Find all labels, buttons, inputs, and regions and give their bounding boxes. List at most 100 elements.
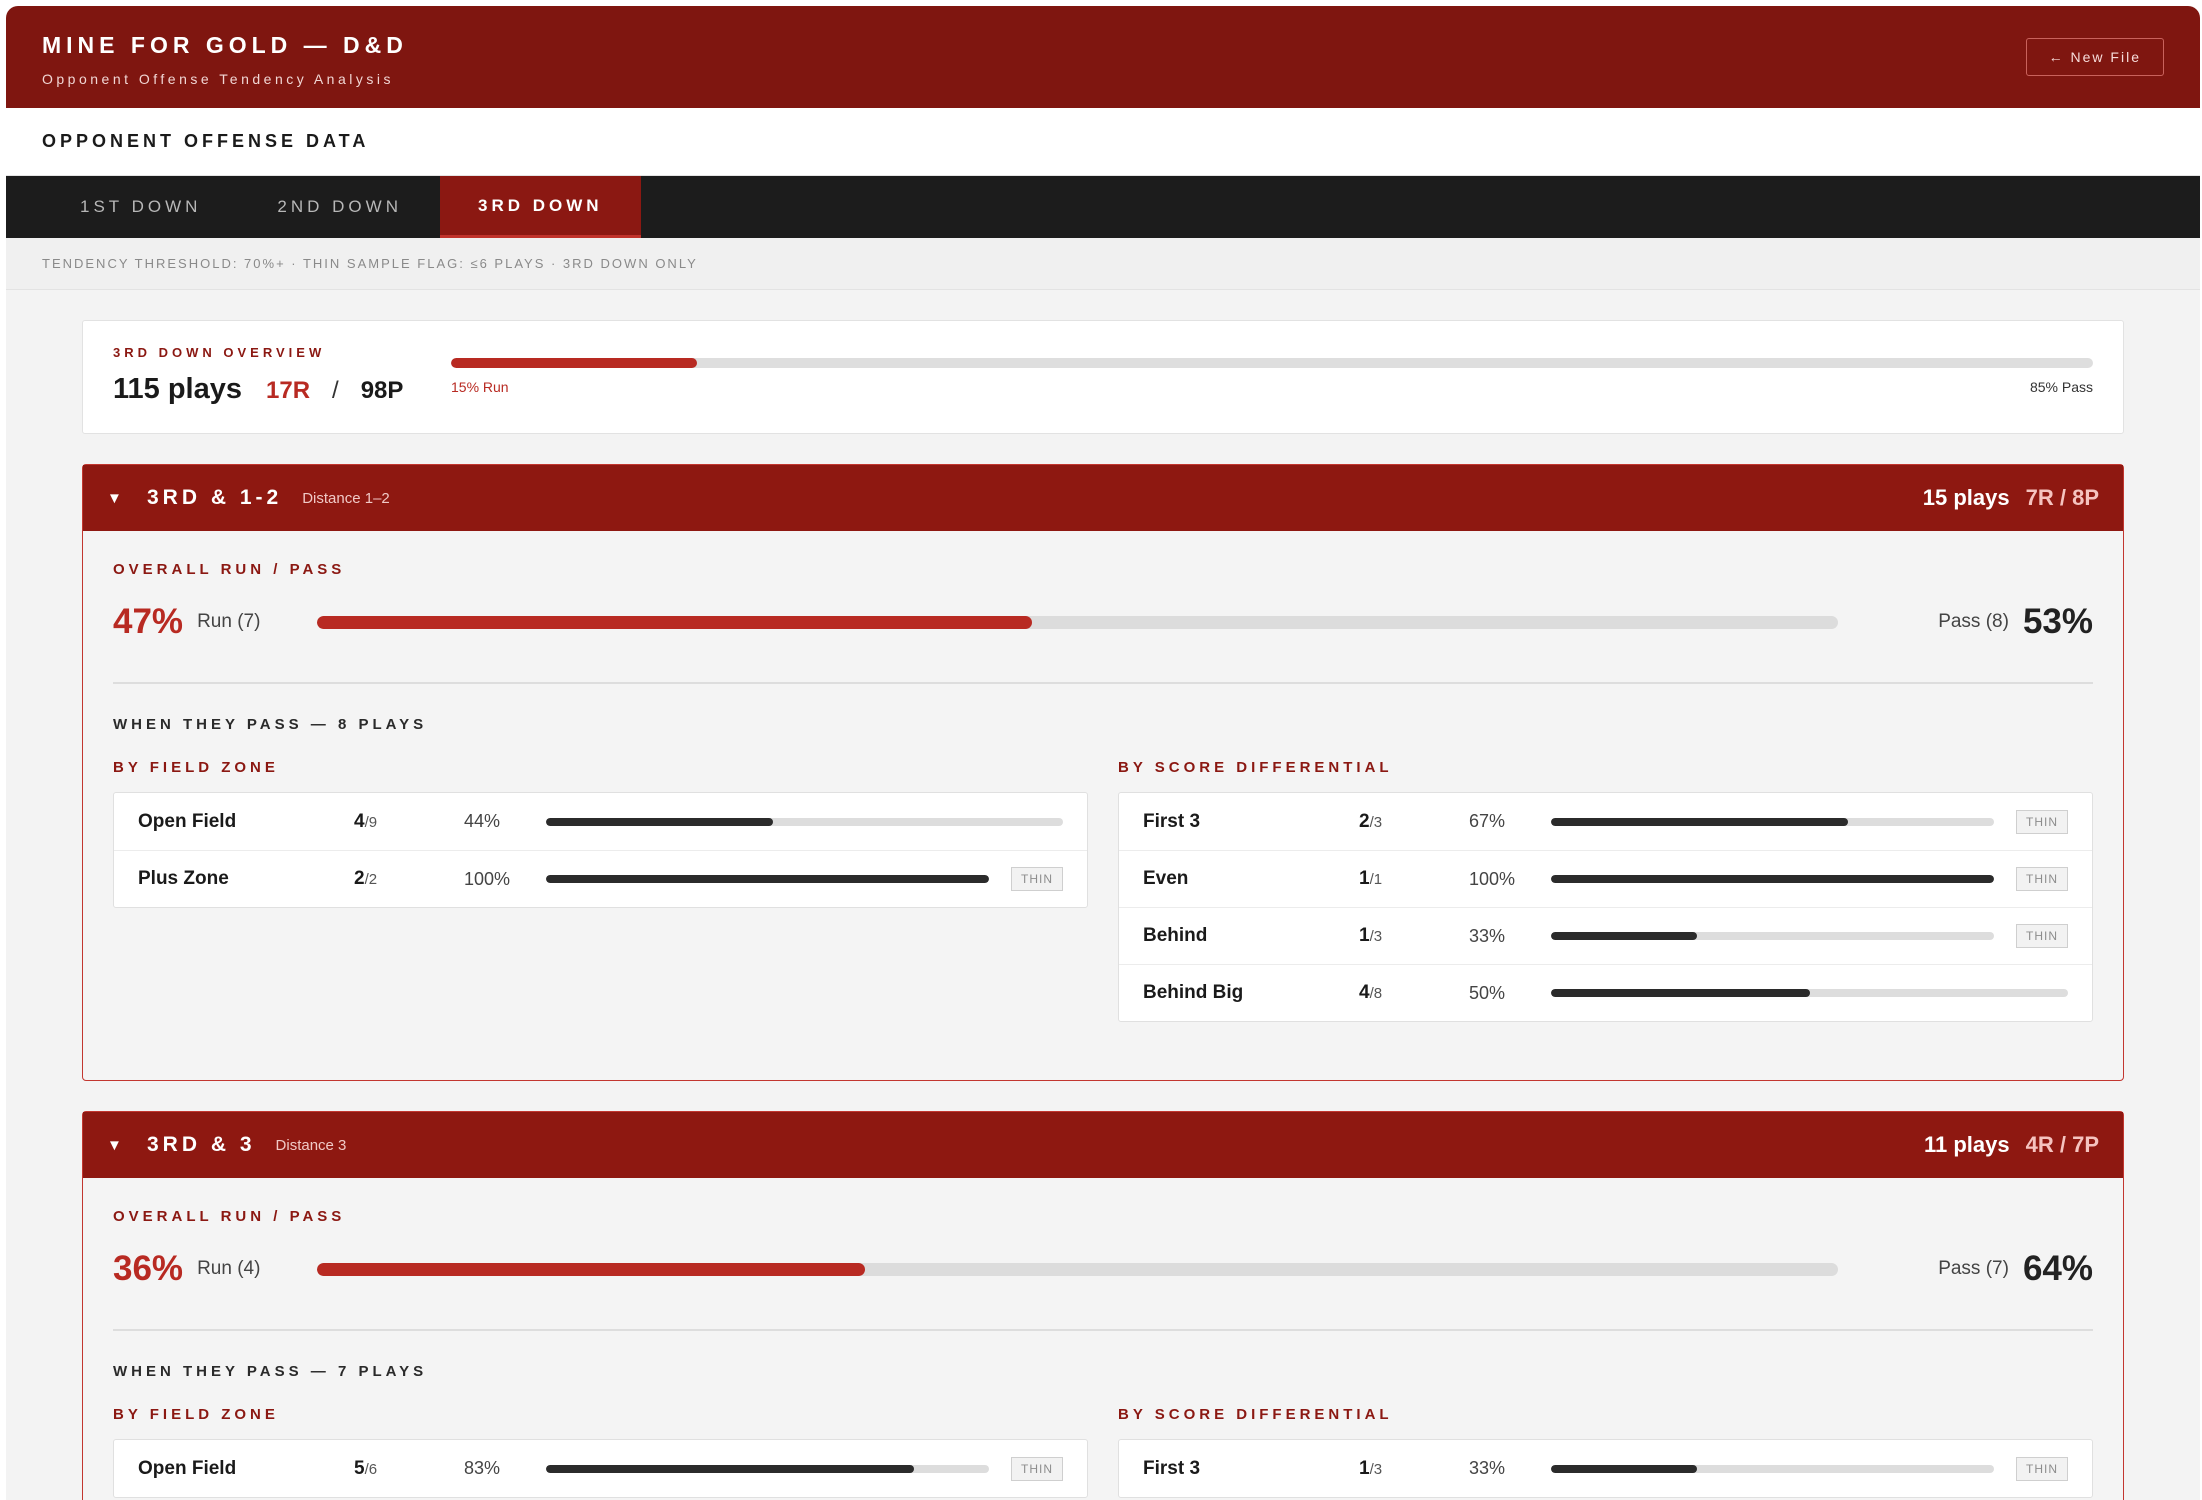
situation-body: OVERALL RUN / PASS 36% Run (4) Pass (7) 64% W… [83,1178,2123,1500]
row-label: Behind Big [1143,982,1244,1003]
row-numerator: 2 [1359,810,1370,832]
row-bar-fill [1551,989,1810,997]
score-diff-table: First 3 1/3 33% THIN [1118,1439,2093,1498]
row-bar [546,1464,989,1473]
row-percent: 33% [1469,925,1506,946]
overall-heading: OVERALL RUN / PASS [113,1208,346,1225]
overview-label: 3RD DOWN OVERVIEW [113,345,326,360]
situation-body: OVERALL RUN / PASS 47% Run (7) Pass (8) 53% W… [83,531,2123,1080]
row-bar-fill [1551,1464,1698,1473]
row-denominator: /3 [1369,928,1383,945]
situation-plays: 11 plays [1923,1132,2010,1157]
score-diff-split: BY SCORE DIFFERENTIAL First 3 2/3 67% THIN Ev… [1118,759,2093,1022]
row-denominator: /8 [1369,985,1383,1002]
table-row[interactable]: Open Field 5/6 83% THIN [114,1440,1087,1497]
pass-splits: BY FIELD ZONE Open Field 4/9 44% Plus Zone 2/… [113,759,2093,1022]
thin-sample-badge: THIN [1011,867,1063,891]
app-header: MINE FOR GOLD — D&D Opponent Offense Ten… [6,6,2200,108]
row-denominator: /2 [364,871,378,888]
row-numerator: 4 [354,810,365,832]
overview-run-bar-fill [451,358,698,368]
situation-header[interactable]: ▼ 3RD & 3 Distance 3 11 plays 4R / 7P [83,1112,2123,1178]
thin-sample-badge: THIN [2016,867,2068,891]
row-label: Open Field [138,1457,237,1479]
pass-percent: 53% [2022,602,2093,641]
field-zone-heading: BY FIELD ZONE [113,1406,279,1423]
row-percent: 100% [464,868,511,889]
overview-run-count: 17R [266,377,311,404]
row-percent: 83% [464,1458,501,1478]
situation-plays: 15 plays [1922,485,2010,510]
row-label: First 3 [1143,810,1201,832]
run-count: Run (4) [197,1258,261,1279]
score-diff-table: First 3 2/3 67% THIN Even 1/1 100% THIN Behind 1/… [1118,792,2093,1022]
row-bar-fill [546,817,774,826]
row-percent: 67% [1469,811,1506,831]
pass-count: Pass (8) [1938,611,2009,632]
overview-pass-count: 98P [360,377,404,404]
row-fraction: 1/3 [1359,1458,1469,1480]
collapse-caret-icon[interactable]: ▼ [107,490,147,507]
overview-slash: / [332,377,339,404]
row-fraction: 1/1 [1359,868,1469,890]
table-row[interactable]: Open Field 4/9 44% [114,793,1087,850]
overall-run-pass-row: 36% Run (4) Pass (7) 64% [113,1245,2093,1293]
field-zone-table: Open Field 4/9 44% Plus Zone 2/2 100% THIN [113,792,1088,908]
score-diff-heading: BY SCORE DIFFERENTIAL [1118,759,1393,776]
table-row[interactable]: Behind 1/3 33% THIN [1119,907,2092,964]
row-label: Even [1143,868,1189,889]
score-diff-heading: BY SCORE DIFFERENTIAL [1118,1406,1393,1423]
row-percent: 44% [464,811,501,831]
situation-run-pass: 4R / 7P [2025,1132,2099,1157]
row-fraction: 2/2 [354,868,464,890]
overview-totals: 115 plays 17R / 98P [113,373,403,406]
tab-1st-down[interactable]: 1ST DOWN [42,176,239,238]
row-bar-fill [546,1464,914,1473]
thin-sample-badge: THIN [2016,809,2068,834]
row-bar [1551,932,1994,940]
row-numerator: 2 [354,868,365,889]
thin-sample-badge: THIN [1011,1456,1063,1481]
situation-name: 3RD & 1-2 [147,486,283,509]
row-percent: 50% [1469,982,1506,1003]
overview-plays: 115 plays [113,373,242,405]
tab-3rd-down[interactable]: 3RD DOWN [439,176,641,238]
new-file-button[interactable]: ← New File [2025,38,2164,76]
row-denominator: /6 [364,1460,378,1478]
row-numerator: 5 [354,1457,365,1479]
row-bar [546,817,1063,826]
pass-heading: WHEN THEY PASS — 8 PLAYS [113,716,428,733]
row-bar [1551,875,1994,883]
overview-pass-label: 85% Pass [2029,379,2093,395]
section-title: OPPONENT OFFENSE DATA [42,131,370,151]
run-count: Run (7) [197,611,261,632]
pass-heading: WHEN THEY PASS — 7 PLAYS [113,1363,428,1380]
tab-2nd-down[interactable]: 2ND DOWN [239,176,440,238]
situation-card: ▼ 3RD & 3 Distance 3 11 plays 4R / 7P OVERALL… [82,1111,2124,1500]
thin-sample-badge: THIN [2016,1456,2068,1481]
table-row[interactable]: Even 1/1 100% THIN [1119,850,2092,907]
section-divider [113,1329,2093,1331]
row-label: First 3 [1143,1457,1201,1479]
situation-summary: 11 plays 4R / 7P [1924,1132,2099,1158]
row-bar [546,875,989,883]
table-row[interactable]: First 3 1/3 33% THIN [1119,1440,2092,1497]
row-fraction: 1/3 [1359,925,1469,947]
overall-heading: OVERALL RUN / PASS [113,561,346,578]
overview-run-bar [451,358,2093,368]
down-tabs: 1ST DOWN 2ND DOWN 3RD DOWN [6,176,2200,238]
table-row[interactable]: First 3 2/3 67% THIN [1119,793,2092,850]
situation-name: 3RD & 3 [147,1133,256,1156]
situation-header[interactable]: ▼ 3RD & 1-2 Distance 1–2 15 plays 7R / 8P [83,465,2123,531]
table-row[interactable]: Behind Big 4/8 50% [1119,964,2092,1021]
field-zone-split: BY FIELD ZONE Open Field 4/9 44% Plus Zone 2/… [113,759,1088,1022]
table-row[interactable]: Plus Zone 2/2 100% THIN [114,850,1087,907]
overview-run-label: 15% Run [451,379,509,395]
row-fraction: 5/6 [354,1458,464,1480]
row-fraction: 4/9 [354,811,464,833]
situations-list: ▼ 3RD & 1-2 Distance 1–2 15 plays 7R / 8P OVE… [82,464,2124,1500]
collapse-caret-icon[interactable]: ▼ [107,1137,147,1154]
overview-card: 3RD DOWN OVERVIEW 115 plays 17R / 98P 15… [82,320,2124,434]
situation-run-pass: 7R / 8P [2025,485,2099,510]
run-pass-bar [317,615,1839,629]
